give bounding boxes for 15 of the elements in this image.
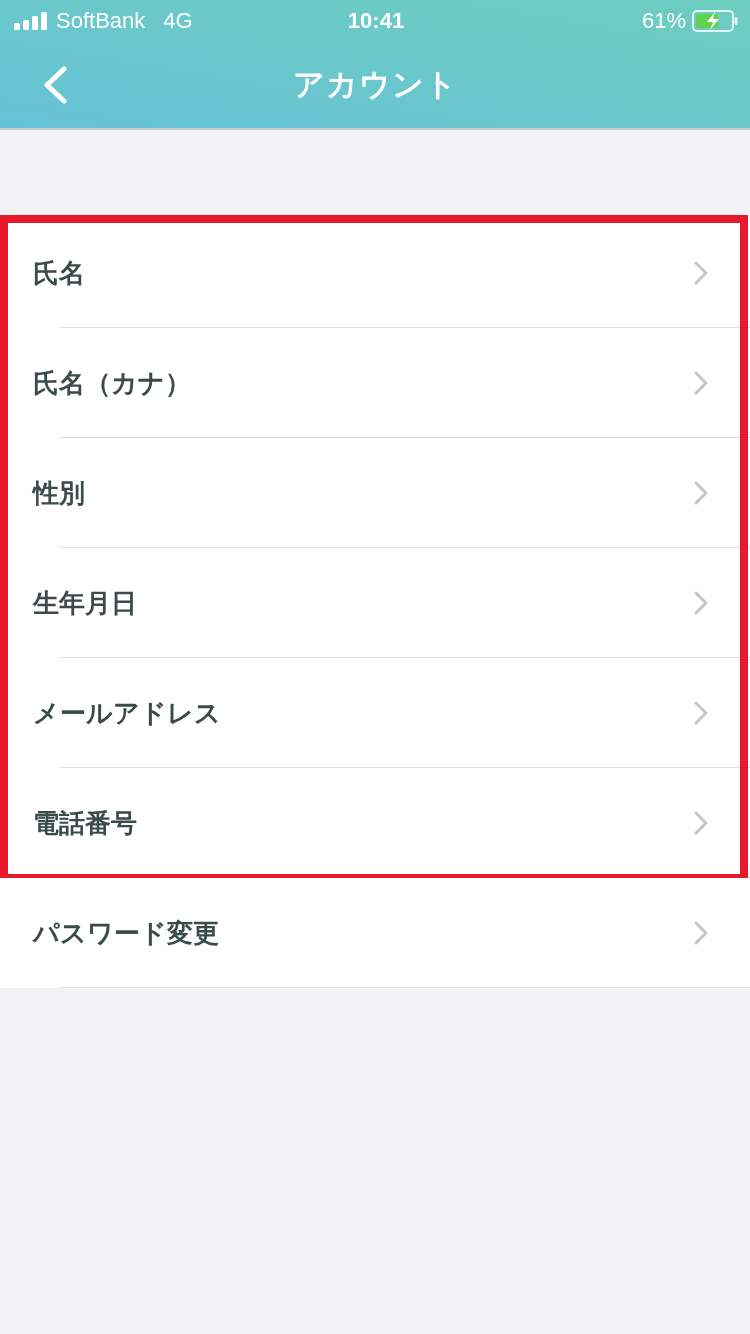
network-type: 4G bbox=[163, 8, 193, 34]
chevron-right-icon bbox=[694, 811, 708, 835]
carrier-name: SoftBank bbox=[56, 8, 146, 34]
chevron-right-icon bbox=[694, 591, 708, 615]
menu-item[interactable]: パスワード変更 bbox=[0, 878, 750, 988]
chevron-right-icon bbox=[694, 921, 708, 945]
battery-percent: 61% bbox=[641, 8, 686, 34]
chevron-right-icon bbox=[694, 701, 708, 725]
chevron-right-icon bbox=[694, 261, 708, 285]
page-title: アカウント bbox=[291, 66, 459, 104]
back-icon bbox=[42, 66, 68, 104]
chevron-right-icon bbox=[694, 481, 708, 505]
status-time: 10:41 bbox=[347, 8, 405, 34]
signal-icon bbox=[14, 12, 47, 30]
chevron-right-icon bbox=[694, 371, 708, 395]
